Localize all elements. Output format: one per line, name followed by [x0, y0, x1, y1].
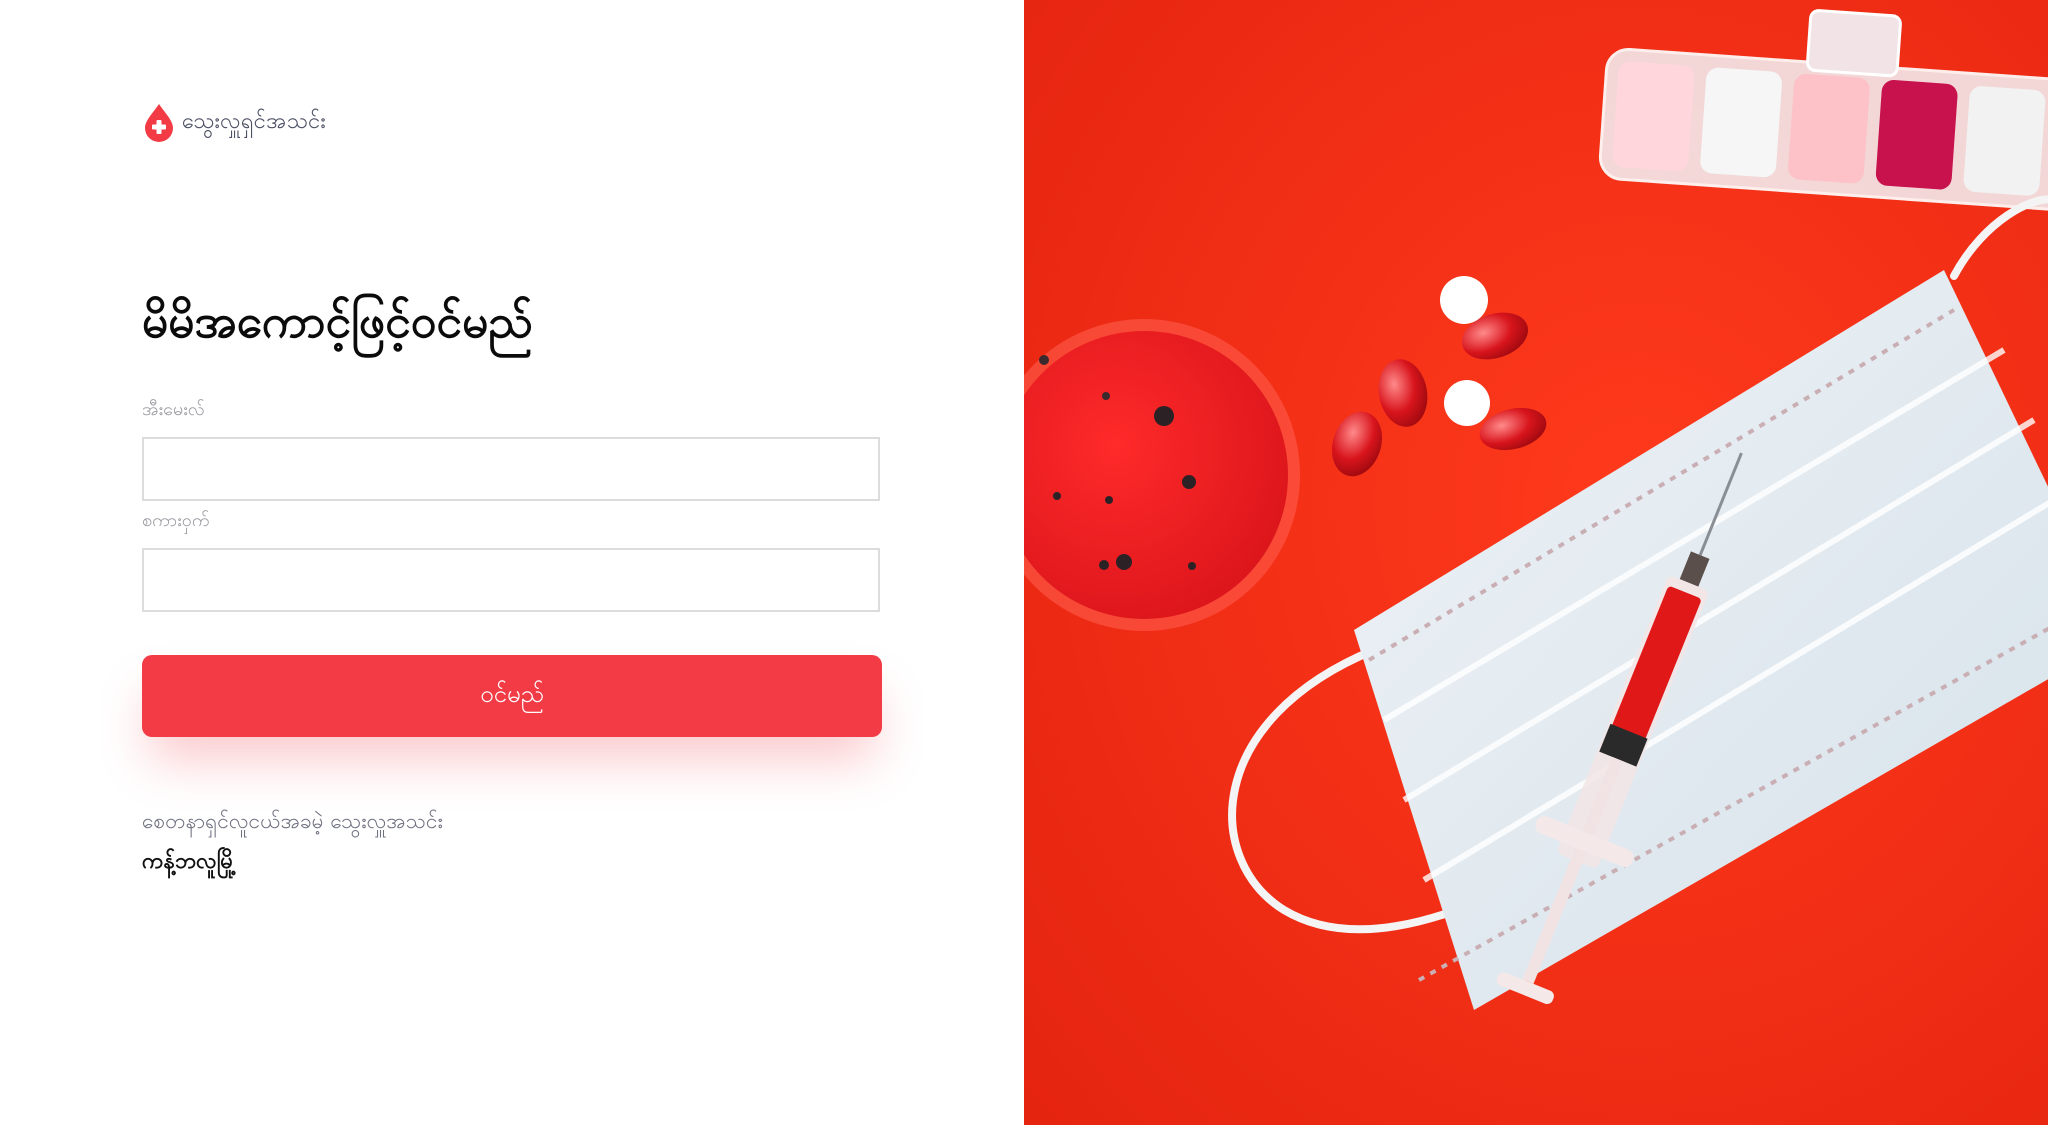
email-field[interactable] — [142, 437, 880, 501]
page-title: မိမိအကောင့်ဖြင့်ဝင်မည် — [142, 294, 533, 348]
email-label: အီးမေးလ် — [142, 399, 205, 420]
blood-drop-cross-icon — [145, 104, 173, 142]
medical-supplies-illustration — [1024, 0, 2048, 1125]
brand-logo[interactable]: သွေးလှူရှင်အသင်း — [142, 102, 326, 142]
signup-prompt: စေတနာရှင်လူငယ်အခမဲ့ သွေးလှူအသင်း — [142, 809, 443, 833]
signup-link[interactable]: ကန့်ဘလူမြို့ — [142, 846, 236, 879]
login-button[interactable]: ဝင်မည် — [142, 655, 882, 737]
login-panel: သွေးလှူရှင်အသင်း မိမိအကောင့်ဖြင့်ဝင်မည် … — [0, 0, 1024, 1125]
password-label: စကားဝှက် — [142, 510, 210, 531]
login-page: သွေးလှူရှင်အသင်း မိမိအကောင့်ဖြင့်ဝင်မည် … — [0, 0, 2048, 1125]
password-field[interactable] — [142, 548, 880, 612]
brand-name: သွေးလှူရှင်အသင်း — [182, 108, 327, 134]
hero-image — [1024, 0, 2048, 1125]
